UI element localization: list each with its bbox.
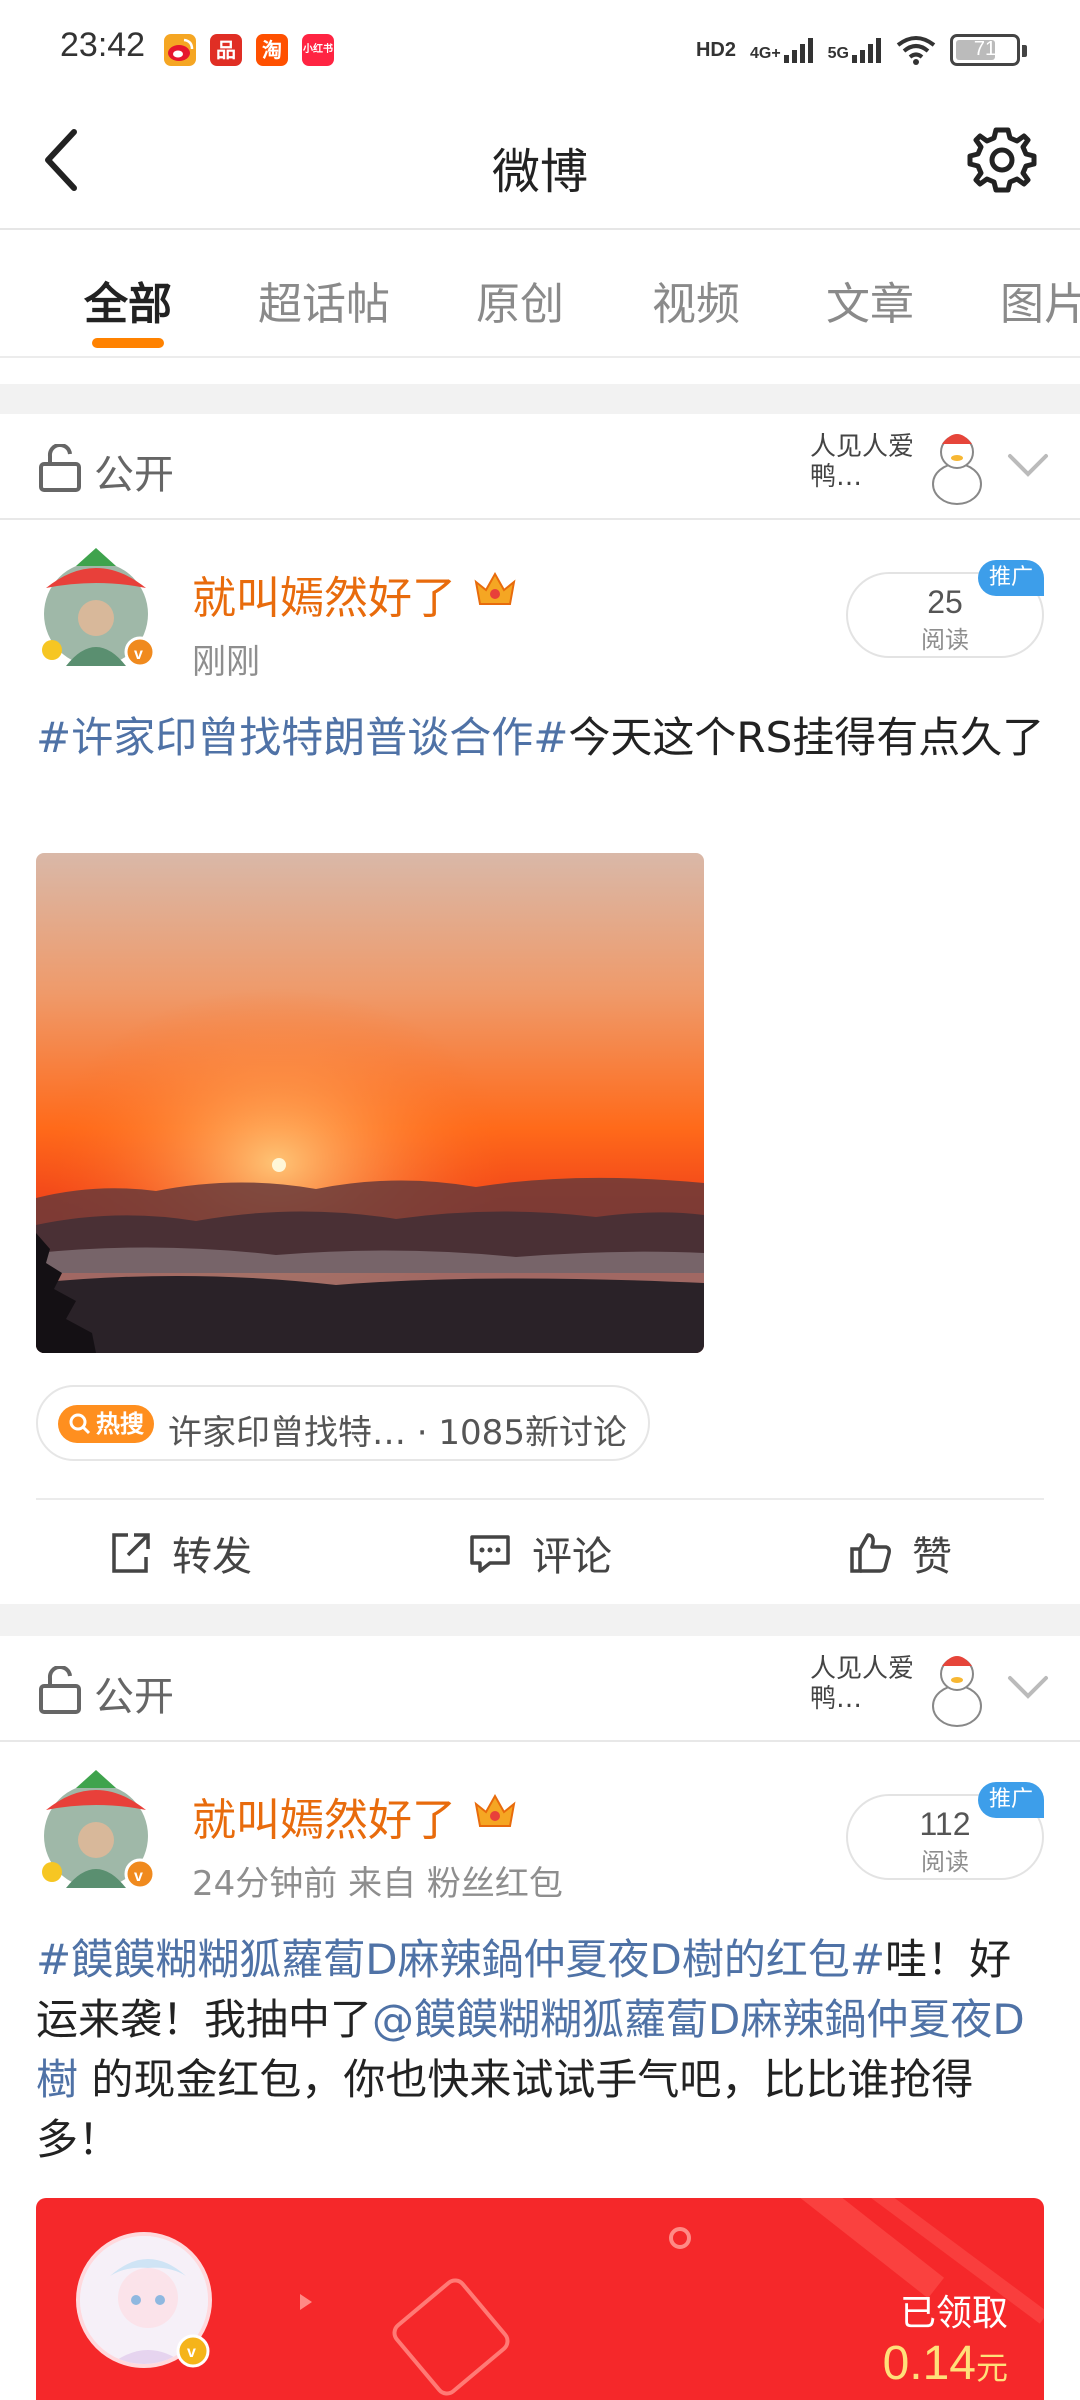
crown-icon — [474, 571, 516, 605]
decoration-sticker: 人见人爱 鸭… — [802, 418, 992, 518]
post-privacy-row: 公开 人见人爱 鸭… — [0, 414, 1080, 520]
network-type-2: 5G — [827, 45, 849, 62]
unlock-icon — [39, 1666, 81, 1714]
share-icon — [112, 1533, 150, 1573]
crown-icon — [474, 1793, 516, 1827]
section-divider — [0, 384, 1080, 414]
comment-label: 评论 — [532, 1534, 612, 1580]
network-type-1: 4G+ — [749, 45, 781, 62]
post-time: 刚刚 — [192, 642, 260, 682]
svg-text:v: v — [134, 646, 143, 663]
post-username[interactable]: 就叫嫣然好了 — [192, 562, 456, 626]
tab-all[interactable]: 全部 — [84, 268, 172, 332]
decoration-sticker: 人见人爱 鸭… — [802, 1640, 992, 1740]
post-text-continued: 的现金红包，你也快来试试手气吧，比比谁抢得多！ — [36, 2055, 974, 2164]
page-title: 微博 — [491, 144, 588, 200]
avatar[interactable]: v — [36, 548, 160, 672]
thumbs-up-icon — [850, 1533, 891, 1573]
chevron-down-icon[interactable] — [1006, 1672, 1050, 1702]
tab-video[interactable]: 视频 — [652, 268, 740, 332]
privacy-label: 公开 — [94, 452, 174, 498]
post-action-bar: 转发 评论 赞 — [36, 1498, 1044, 1598]
post-privacy-row: 公开 人见人爱 鸭… — [0, 1636, 1080, 1742]
search-icon — [69, 1413, 91, 1435]
section-divider — [0, 1604, 1080, 1636]
privacy-label: 公开 — [94, 1674, 174, 1720]
packet-amount-row: 0.14元 — [883, 2336, 1008, 2391]
avatar[interactable]: v — [36, 1770, 160, 1894]
verified-icon: v — [176, 2334, 210, 2368]
status-bar: 23:42 品 淘 小红书 HD2 4G+ 5G 71 — [0, 0, 1080, 100]
tab-images[interactable]: 图片 — [1000, 268, 1080, 332]
promote-badge[interactable]: 推广 — [978, 1782, 1044, 1818]
tab-article[interactable]: 文章 — [826, 268, 914, 332]
battery-cap — [1022, 45, 1027, 57]
taobao-app-icon: 淘 — [256, 34, 288, 66]
chevron-down-icon[interactable] — [1006, 450, 1050, 480]
like-button[interactable]: 赞 — [846, 1528, 952, 1580]
duck-sticker-icon — [932, 434, 982, 505]
active-tab-indicator — [92, 338, 164, 348]
wifi-icon — [896, 36, 936, 65]
read-label: 阅读 — [921, 626, 969, 654]
sticker-text: 人见人爱 鸭… — [810, 432, 915, 492]
battery-level: 71 — [973, 38, 997, 60]
pinduoduo-app-icon: 品 — [210, 34, 242, 66]
post-image[interactable] — [36, 853, 704, 1353]
post-body: #饃饃糊糊狐蘿蔔D麻辣鍋仲夏夜D樹的红包#哇！好运来袭！我抽中了@饃饃糊糊狐蘿蔔… — [36, 1930, 1046, 2170]
weibo-app-icon — [164, 34, 196, 66]
comment-icon — [470, 1535, 510, 1573]
topic-link[interactable]: #饃饃糊糊狐蘿蔔D麻辣鍋仲夏夜D樹的红包# — [36, 1935, 885, 1984]
settings-button[interactable] — [964, 122, 1040, 198]
red-packet-card[interactable]: v 已领取 0.14元 — [36, 2198, 1044, 2400]
unlock-icon — [39, 444, 81, 492]
top-nav-bar: 微博 — [0, 100, 1080, 230]
post-text: 今天这个RS挂得有点久了 — [568, 713, 1045, 762]
signal-icon-1: 4G+ — [750, 37, 814, 63]
svg-text:v: v — [134, 1868, 143, 1885]
topic-link[interactable]: #许家印曾找特朗普谈合作# — [36, 713, 568, 762]
status-indicators: HD2 4G+ 5G 71 — [695, 30, 1027, 70]
repost-label: 转发 — [172, 1534, 252, 1580]
hot-search-badge-label: 热搜 — [96, 1410, 144, 1438]
filter-tabs: 全部 超话帖 原创 视频 文章 图片 — [0, 232, 1080, 358]
post-username[interactable]: 就叫嫣然好了 — [192, 1784, 456, 1848]
promote-badge[interactable]: 推广 — [978, 560, 1044, 596]
signal-icon-2: 5G — [828, 37, 882, 63]
hot-search-chip[interactable]: 热搜 许家印曾找特… · 1085新讨论 — [36, 1385, 650, 1461]
packet-status: 已领取 — [899, 2293, 1008, 2334]
tab-original[interactable]: 原创 — [476, 268, 564, 332]
packet-amount: 0.14 — [882, 2337, 976, 2390]
sticker-text: 人见人爱 鸭… — [810, 1654, 915, 1714]
post-time-source: 24分钟前 来自 粉丝红包 — [192, 1864, 563, 1904]
comment-button[interactable]: 评论 — [466, 1528, 612, 1580]
packet-currency: 元 — [975, 2350, 1008, 2386]
gear-icon — [967, 127, 1037, 193]
xiaohongshu-app-icon: 小红书 — [302, 34, 334, 66]
read-label: 阅读 — [921, 1848, 969, 1876]
hd-indicator: HD2 — [695, 38, 736, 61]
tab-super-topic[interactable]: 超话帖 — [258, 268, 390, 332]
hot-search-text: 许家印曾找特… · 1085新讨论 — [168, 1413, 627, 1453]
hot-search-badge: 热搜 — [58, 1405, 154, 1443]
repost-button[interactable]: 转发 — [106, 1528, 252, 1580]
status-time: 23:42 — [60, 26, 146, 64]
duck-sticker-icon — [932, 1656, 982, 1727]
like-label: 赞 — [912, 1534, 952, 1580]
svg-text:v: v — [187, 2344, 196, 2361]
battery-icon: 71 — [950, 34, 1027, 66]
post-body: #许家印曾找特朗普谈合作#今天这个RS挂得有点久了 — [36, 708, 1046, 768]
